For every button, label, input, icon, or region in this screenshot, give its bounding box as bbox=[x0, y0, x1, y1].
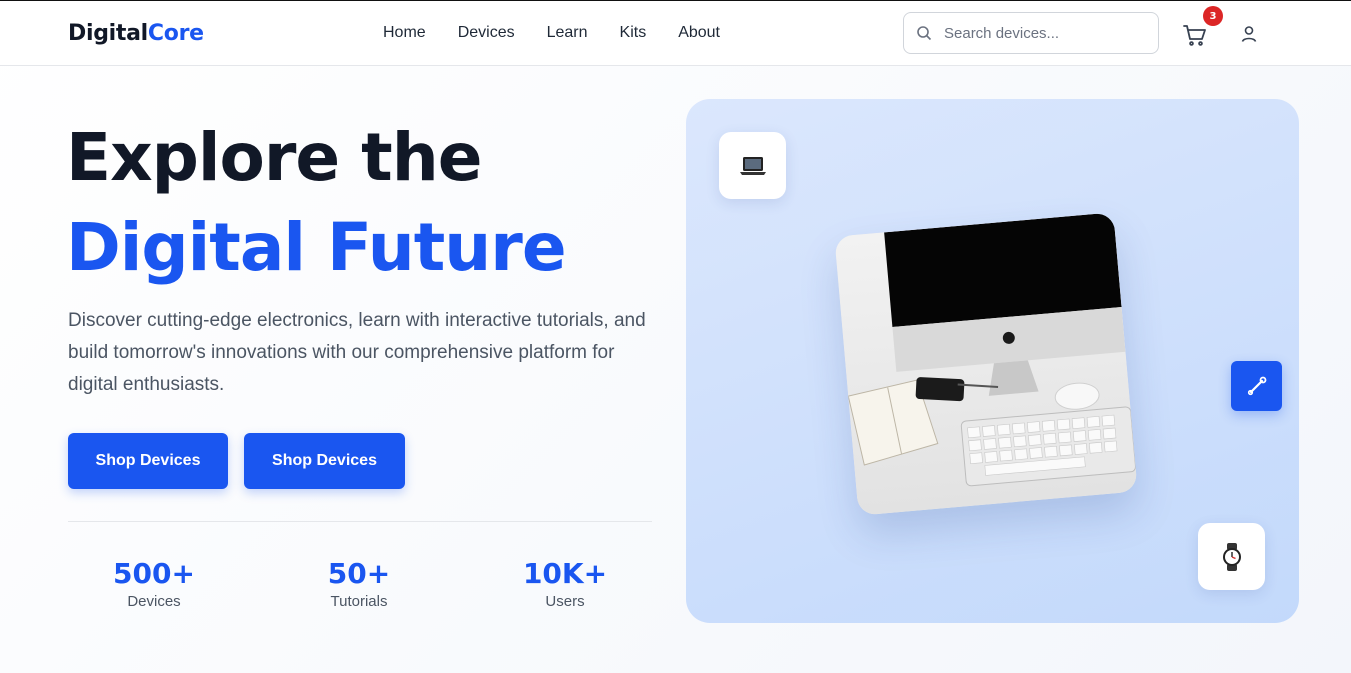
shop-devices-button[interactable]: Shop Devices bbox=[68, 433, 228, 489]
brand-logo[interactable]: DigitalCore bbox=[68, 21, 204, 46]
user-icon[interactable] bbox=[1239, 24, 1259, 44]
nav-item-learn[interactable]: Learn bbox=[547, 24, 588, 42]
cart-count-badge: 3 bbox=[1203, 6, 1223, 26]
site-header: DigitalCore Home Devices Learn Kits Abou… bbox=[0, 1, 1351, 66]
stat-label: Tutorials bbox=[330, 593, 388, 610]
stat-tutorials: 50+ Tutorials bbox=[279, 556, 439, 612]
stat-label: Users bbox=[545, 593, 585, 610]
nav-item-about[interactable]: About bbox=[678, 24, 720, 42]
laptop-card bbox=[719, 132, 786, 199]
wrench-icon bbox=[1247, 376, 1266, 396]
nav-item-devices[interactable]: Devices bbox=[458, 24, 515, 42]
computer-desk-image bbox=[834, 212, 1138, 516]
stat-label: Devices bbox=[127, 593, 181, 610]
stat-value: 10K+ bbox=[522, 557, 608, 590]
watch-icon bbox=[1222, 542, 1241, 571]
stat-users: 10K+ Users bbox=[485, 556, 645, 612]
brand-name-accent: Core bbox=[147, 21, 204, 46]
watch-card bbox=[1198, 523, 1265, 590]
stat-value: 50+ bbox=[327, 557, 391, 590]
desk-illustration bbox=[834, 212, 1138, 516]
hero-title-line1: Explore the bbox=[66, 119, 482, 196]
cart-icon[interactable] bbox=[1181, 21, 1209, 49]
laptop-icon bbox=[739, 156, 766, 175]
search-box bbox=[903, 12, 1159, 54]
stat-value: 500+ bbox=[113, 557, 195, 590]
stat-devices: 500+ Devices bbox=[74, 556, 234, 612]
nav-item-home[interactable]: Home bbox=[383, 24, 426, 42]
search-icon bbox=[917, 26, 932, 41]
main-nav: Home Devices Learn Kits About bbox=[383, 24, 752, 42]
nav-item-kits[interactable]: Kits bbox=[620, 24, 647, 42]
hero-showcase-panel bbox=[686, 99, 1299, 623]
wrench-card bbox=[1231, 361, 1282, 411]
brand-name-main: Digital bbox=[68, 21, 148, 46]
hero-description: Discover cutting-edge electronics, learn… bbox=[68, 310, 646, 395]
hero-title-line2: Digital Future bbox=[66, 209, 567, 286]
shop-devices-button-secondary[interactable]: Shop Devices bbox=[244, 433, 405, 489]
search-input[interactable] bbox=[944, 21, 1144, 45]
stats-divider bbox=[68, 521, 652, 522]
